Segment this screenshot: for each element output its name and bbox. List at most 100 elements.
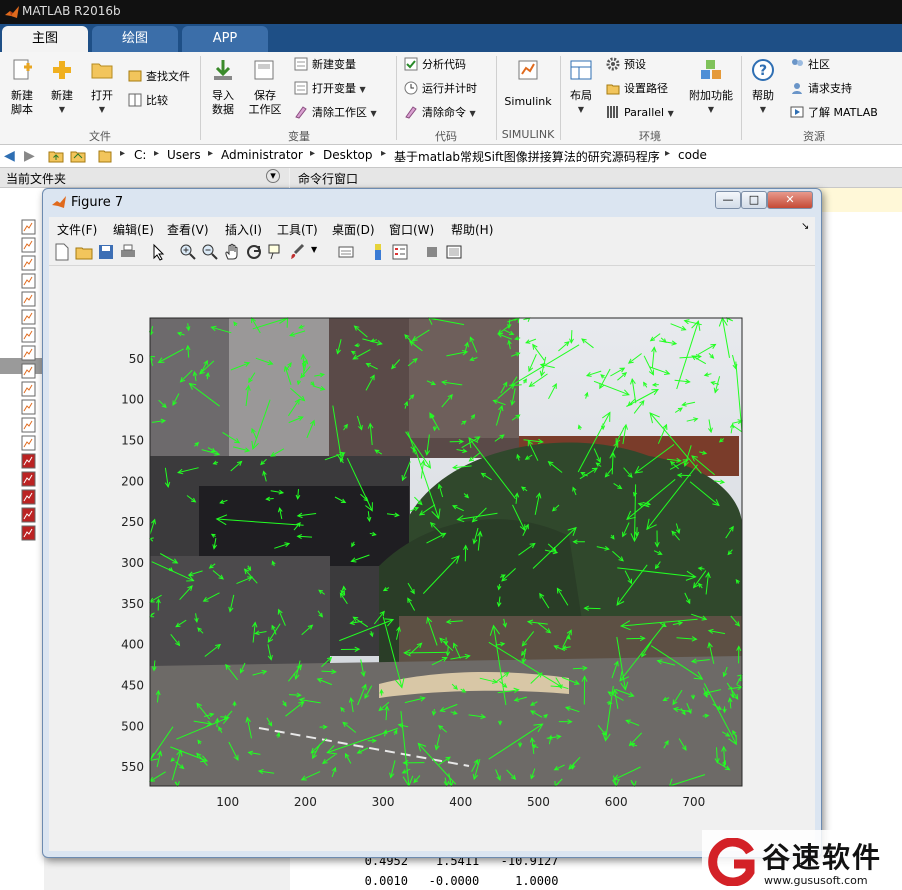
zoom-in-icon[interactable]: [179, 243, 197, 261]
set-path-button[interactable]: 设置路径: [606, 80, 668, 98]
save-workspace-button[interactable]: 保存 工作区: [244, 58, 286, 117]
breadcrumb-project-folder[interactable]: 基于matlab常规Sift图像拼接算法的研究源码程序: [394, 148, 660, 165]
png-file-icon[interactable]: [21, 489, 36, 505]
print-icon[interactable]: [119, 243, 137, 261]
m-file-icon[interactable]: [21, 363, 36, 379]
png-file-icon[interactable]: [21, 507, 36, 523]
new-figure-icon[interactable]: [53, 243, 71, 261]
clear-commands-button[interactable]: 清除命令 ▼: [404, 104, 476, 122]
open-variable-button[interactable]: 打开变量 ▼: [294, 80, 366, 98]
add-ons-button[interactable]: 附加功能 ▼: [686, 58, 736, 117]
breadcrumb-drive[interactable]: C:: [134, 148, 146, 162]
dock-arrow-icon[interactable]: ↘: [801, 221, 809, 232]
m-file-icon[interactable]: [21, 291, 36, 307]
hide-plot-tools-icon[interactable]: [423, 243, 441, 261]
menu-view[interactable]: 查看(V): [167, 221, 209, 238]
tab-plots[interactable]: 绘图: [92, 26, 178, 52]
parallel-button[interactable]: Parallel ▼: [606, 104, 674, 122]
insert-legend-icon[interactable]: [391, 243, 409, 261]
new-variable-button[interactable]: 新建变量: [294, 56, 356, 74]
m-file-icon[interactable]: [21, 327, 36, 343]
brush-dropdown-icon[interactable]: ▼: [311, 245, 317, 254]
m-file-icon[interactable]: [21, 237, 36, 253]
open-file-icon[interactable]: [75, 243, 93, 261]
select-arrow-icon[interactable]: [149, 243, 167, 261]
new-script-label-2: 脚本: [11, 103, 33, 116]
breadcrumb-users[interactable]: Users: [167, 148, 201, 162]
link-plot-icon[interactable]: [337, 243, 355, 261]
analyze-code-button[interactable]: 分析代码: [404, 56, 466, 74]
insert-colorbar-icon[interactable]: [369, 243, 387, 261]
figure-title-bar[interactable]: Figure 7 — □ ✕: [43, 189, 821, 215]
menu-help[interactable]: 帮助(H): [451, 221, 493, 238]
x-tick-label: 200: [294, 795, 317, 809]
learn-matlab-link[interactable]: 了解 MATLAB: [790, 104, 878, 122]
menu-desktop[interactable]: 桌面(D): [332, 221, 375, 238]
simulink-button[interactable]: Simulink: [500, 58, 556, 109]
back-arrow-icon[interactable]: ◀: [4, 148, 15, 164]
clear-commands-label: 清除命令: [422, 106, 466, 119]
figure-title: Figure 7: [71, 195, 124, 210]
m-file-icon[interactable]: [21, 273, 36, 289]
menu-tools[interactable]: 工具(T): [277, 221, 318, 238]
data-cursor-icon[interactable]: [267, 243, 285, 261]
import-data-button[interactable]: 导入 数据: [206, 58, 240, 117]
panel-menu-icon[interactable]: ▾: [266, 169, 280, 183]
preferences-button[interactable]: 预设: [606, 56, 646, 74]
community-link[interactable]: 社区: [790, 56, 830, 74]
breadcrumb-administrator[interactable]: Administrator: [221, 148, 303, 162]
open-button[interactable]: 打开 ▼: [84, 58, 120, 117]
figure-window[interactable]: Figure 7 — □ ✕ 文件(F) 编辑(E) 查看(V) 插入(I) 工…: [42, 188, 822, 858]
request-support-link[interactable]: 请求支持: [790, 80, 852, 98]
menu-file[interactable]: 文件(F): [57, 221, 97, 238]
figure-toolbar: ▼: [49, 239, 815, 266]
browse-folder-icon[interactable]: [70, 148, 86, 164]
breadcrumb-desktop[interactable]: Desktop: [323, 148, 373, 162]
y-tick-label: 250: [121, 515, 144, 529]
png-file-icon[interactable]: [21, 453, 36, 469]
m-file-icon[interactable]: [21, 399, 36, 415]
m-file-icon[interactable]: [21, 417, 36, 433]
png-file-icon[interactable]: [21, 525, 36, 541]
menu-window[interactable]: 窗口(W): [389, 221, 434, 238]
help-button[interactable]: ? 帮助 ▼: [746, 58, 780, 117]
menu-insert[interactable]: 插入(I): [225, 221, 262, 238]
brush-icon[interactable]: [289, 243, 307, 261]
m-file-icon[interactable]: [21, 219, 36, 235]
rotate-3d-icon[interactable]: [245, 243, 263, 261]
m-file-icon[interactable]: [21, 255, 36, 271]
tab-home[interactable]: 主图: [2, 26, 88, 52]
png-file-icon[interactable]: [21, 471, 36, 487]
show-plot-tools-icon[interactable]: [445, 243, 463, 261]
run-and-time-button[interactable]: 运行并计时: [404, 80, 477, 98]
group-code-label: 代码: [435, 130, 457, 143]
axes[interactable]: 50 100 150 200 250 300 350 400 450 500 550 100 200 3…: [49, 266, 815, 851]
figure-menu-bar: 文件(F) 编辑(E) 查看(V) 插入(I) 工具(T) 桌面(D) 窗口(W…: [49, 217, 815, 239]
m-file-icon[interactable]: [21, 435, 36, 451]
y-tick-label: 150: [121, 434, 144, 448]
help-icon: ?: [752, 59, 774, 81]
breadcrumb-code[interactable]: code: [678, 148, 707, 162]
m-file-icon[interactable]: [21, 309, 36, 325]
minimize-button[interactable]: —: [715, 191, 741, 209]
matrix-value: 0.0010: [364, 874, 408, 888]
new-script-button[interactable]: 新建 脚本: [4, 58, 40, 117]
save-icon[interactable]: [97, 243, 115, 261]
layout-button[interactable]: 布局 ▼: [564, 58, 598, 117]
clear-workspace-button[interactable]: 清除工作区 ▼: [294, 104, 377, 122]
menu-edit[interactable]: 编辑(E): [113, 221, 154, 238]
zoom-out-icon[interactable]: [201, 243, 219, 261]
tab-apps[interactable]: APP: [182, 26, 268, 52]
pan-hand-icon[interactable]: [223, 243, 241, 261]
new-button[interactable]: 新建 ▼: [44, 58, 80, 117]
up-folder-icon[interactable]: [48, 148, 64, 164]
m-file-icon[interactable]: [21, 381, 36, 397]
maximize-button[interactable]: □: [741, 191, 767, 209]
find-files-button[interactable]: 查找文件: [128, 68, 190, 86]
close-button[interactable]: ✕: [767, 191, 813, 209]
y-tick-label: 100: [121, 393, 144, 407]
m-file-icon[interactable]: [21, 345, 36, 361]
clear-commands-dropdown-icon: ▼: [469, 109, 476, 118]
forward-arrow-icon[interactable]: ▶: [24, 148, 35, 164]
compare-button[interactable]: 比较: [128, 92, 168, 110]
